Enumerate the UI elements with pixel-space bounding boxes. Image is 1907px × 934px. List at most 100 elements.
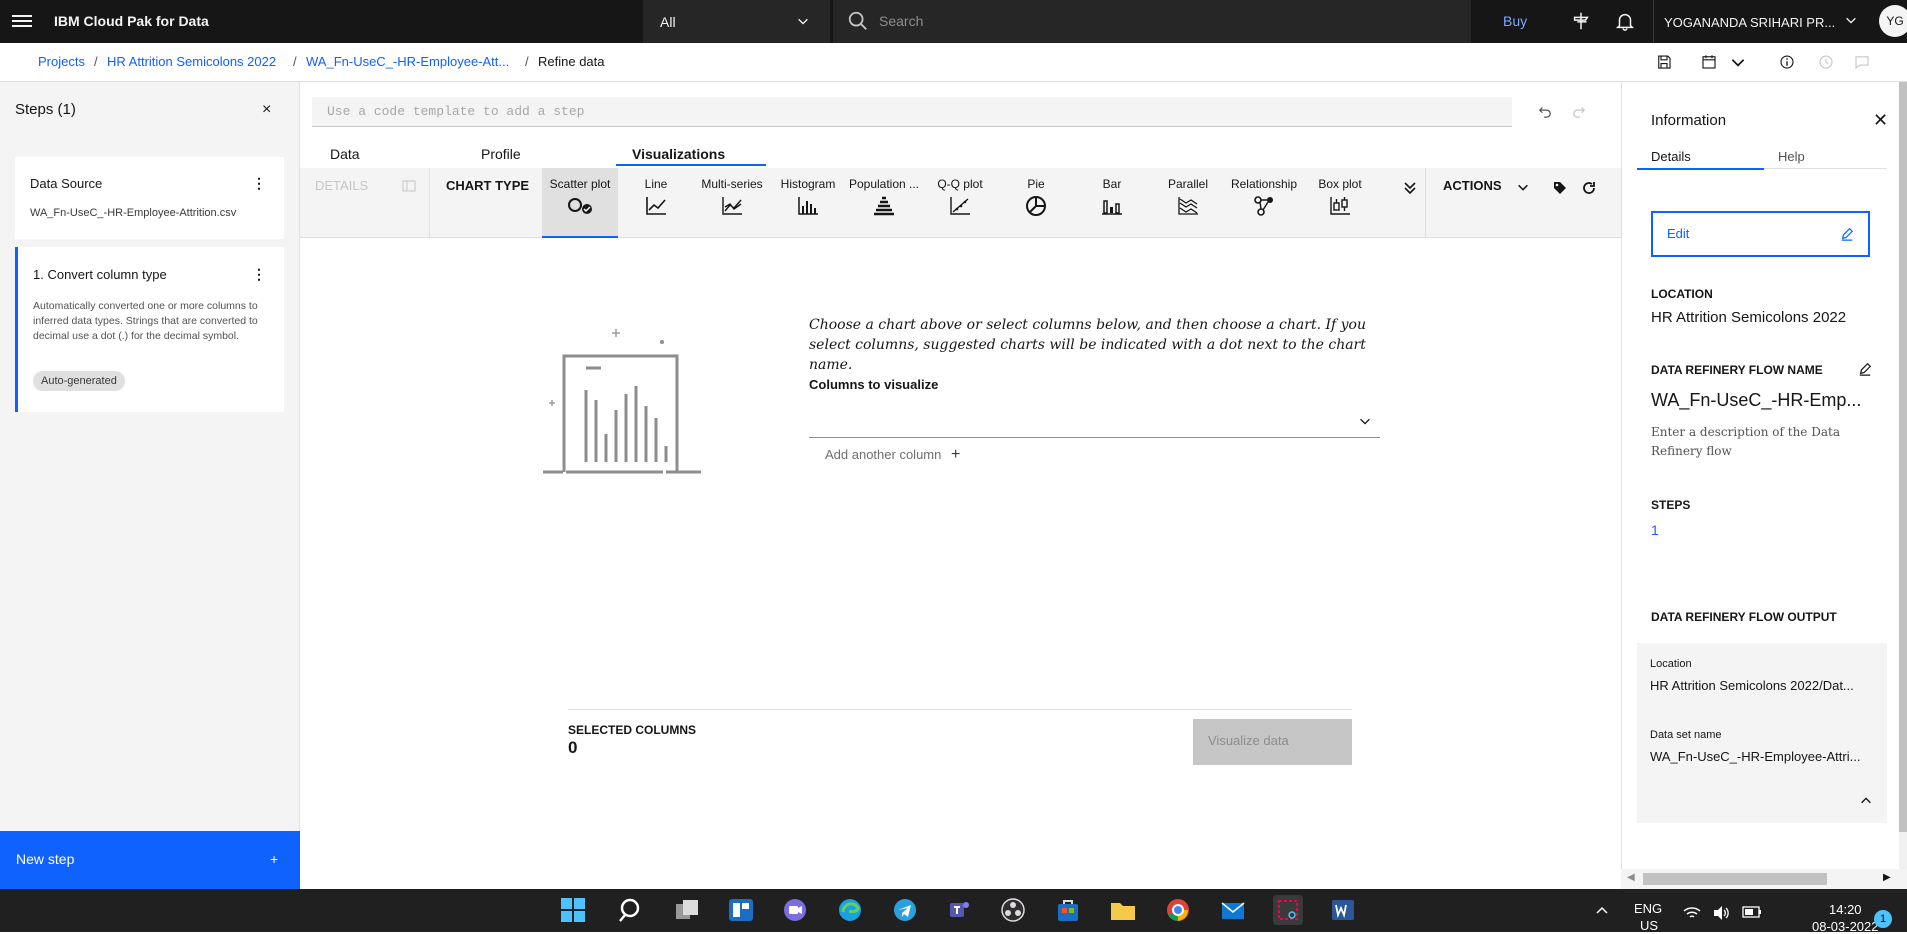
task-view-icon[interactable] xyxy=(672,895,702,925)
line-chart-icon xyxy=(646,197,666,215)
brand-name[interactable]: IBM Cloud Pak for Data xyxy=(54,13,209,29)
chevron-down-icon[interactable] xyxy=(1729,53,1747,71)
info-title: Information xyxy=(1651,112,1727,129)
telegram-icon[interactable] xyxy=(890,895,920,925)
code-template-input[interactable]: Use a code template to add a step xyxy=(312,97,1512,127)
save-icon[interactable] xyxy=(1655,53,1673,71)
chart-histogram[interactable]: Histogram xyxy=(770,168,846,238)
expand-more-charts-icon[interactable] xyxy=(1403,180,1417,196)
step-card[interactable]: 1. Convert column type ⋮ Automatically c… xyxy=(15,247,284,412)
column-select-dropdown[interactable] xyxy=(809,404,1380,438)
close-steps-button[interactable]: × xyxy=(262,101,271,119)
details-label: DETAILS xyxy=(315,178,369,193)
mail-icon[interactable] xyxy=(1218,895,1248,925)
snipping-tool-icon[interactable] xyxy=(1273,895,1303,925)
search-icon[interactable] xyxy=(616,895,646,925)
chevron-up-icon[interactable] xyxy=(1859,794,1873,808)
windows-taskbar: ENG US 14:20 08-03-2022 1 xyxy=(0,889,1907,934)
history-icon[interactable] xyxy=(1817,53,1835,71)
chat-icon[interactable] xyxy=(780,895,810,925)
kebab-menu-icon[interactable]: ⋮ xyxy=(252,175,266,192)
chart-qq-plot[interactable]: Q-Q plot xyxy=(922,168,998,238)
chevron-down-icon xyxy=(1360,418,1370,425)
notification-bell-icon[interactable] xyxy=(1614,10,1636,32)
schedule-job-icon[interactable] xyxy=(1700,53,1718,71)
chevron-up-icon[interactable] xyxy=(1595,905,1609,915)
clock-time[interactable]: 14:20 xyxy=(1829,902,1862,917)
add-icon: + xyxy=(270,851,279,867)
wifi-icon[interactable] xyxy=(1683,906,1701,920)
switcher-icon[interactable] xyxy=(1570,10,1592,32)
hamburger-menu-icon[interactable] xyxy=(12,12,32,30)
chart-relationship[interactable]: Relationship xyxy=(1226,168,1302,238)
data-source-card[interactable]: Data Source ⋮ WA_Fn-UseC_-HR-Employee-At… xyxy=(15,157,284,239)
word-icon[interactable] xyxy=(1328,895,1358,925)
flow-output-label: DATA REFINERY FLOW OUTPUT xyxy=(1651,610,1837,624)
chart-parallel[interactable]: Parallel xyxy=(1150,168,1226,238)
kebab-menu-icon[interactable]: ⋮ xyxy=(252,266,266,283)
breadcrumb-projects[interactable]: Projects xyxy=(38,54,85,69)
avatar[interactable]: YG xyxy=(1879,5,1907,37)
undo-icon[interactable] xyxy=(1538,104,1552,118)
tab-data[interactable]: Data xyxy=(330,146,360,162)
steps-value[interactable]: 1 xyxy=(1651,522,1659,538)
scroll-right-icon[interactable]: ▶ xyxy=(1883,872,1891,883)
buy-link[interactable]: Buy xyxy=(1503,13,1527,29)
scrollbar-thumb[interactable] xyxy=(1643,873,1827,885)
notification-count-badge[interactable]: 1 xyxy=(1874,910,1892,928)
chart-pie[interactable]: Pie xyxy=(998,168,1074,238)
pie-chart-icon xyxy=(1026,196,1046,216)
tab-profile[interactable]: Profile xyxy=(481,146,521,162)
edit-button[interactable]: Edit xyxy=(1651,211,1870,257)
info-icon[interactable] xyxy=(1778,53,1796,71)
chrome-icon[interactable] xyxy=(1163,895,1193,925)
store-icon[interactable] xyxy=(1053,895,1083,925)
relationship-icon xyxy=(1254,196,1273,216)
chevron-down-icon[interactable] xyxy=(1516,180,1530,194)
refresh-icon[interactable] xyxy=(1581,180,1597,196)
breadcrumb-flow[interactable]: WA_Fn-UseC_-HR-Employee-Att... xyxy=(306,54,509,69)
tag-icon[interactable] xyxy=(1552,180,1568,196)
details-toggle[interactable]: DETAILS xyxy=(315,168,430,238)
obs-icon[interactable] xyxy=(998,895,1028,925)
battery-icon[interactable] xyxy=(1742,906,1762,918)
edit-pencil-icon[interactable] xyxy=(1858,362,1872,376)
windows-start-icon[interactable] xyxy=(558,895,588,925)
output-location-value: HR Attrition Semicolons 2022/Dat... xyxy=(1650,678,1854,693)
add-another-column-link[interactable]: Add another column + xyxy=(825,446,960,464)
tab-visualizations[interactable]: Visualizations xyxy=(632,146,725,162)
chart-scatter-plot[interactable]: Scatter plot xyxy=(542,168,618,238)
vertical-scrollbar[interactable] xyxy=(1899,82,1907,869)
teams-icon[interactable] xyxy=(944,895,974,925)
tab-details[interactable]: Details xyxy=(1651,149,1691,164)
redo-icon[interactable] xyxy=(1572,104,1586,118)
user-menu[interactable]: YOGANANDA SRIHARI PR... xyxy=(1653,0,1874,43)
search-input[interactable]: Search xyxy=(833,0,1471,43)
horizontal-scrollbar[interactable]: ◀ ▶ xyxy=(1621,869,1907,889)
widgets-icon[interactable] xyxy=(726,895,756,925)
new-step-button[interactable]: New step + xyxy=(0,831,300,889)
chart-population-pyramid[interactable]: Population ... xyxy=(846,168,922,238)
close-icon[interactable]: ✕ xyxy=(1873,110,1888,131)
scroll-left-icon[interactable]: ◀ xyxy=(1627,872,1635,883)
scrollbar-thumb[interactable] xyxy=(1899,82,1907,832)
chart-line[interactable]: Line xyxy=(618,168,694,238)
search-scope-dropdown[interactable]: All xyxy=(643,0,830,43)
breadcrumb-project[interactable]: HR Attrition Semicolons 2022 xyxy=(107,54,276,69)
chart-bar[interactable]: Bar xyxy=(1074,168,1150,238)
chart-multi-series[interactable]: Multi-series xyxy=(694,168,770,238)
file-explorer-icon[interactable] xyxy=(1108,895,1138,925)
chart-box-plot[interactable]: Box plot xyxy=(1302,168,1378,238)
language-indicator[interactable]: ENG xyxy=(1634,901,1662,916)
actions-dropdown[interactable]: ACTIONS xyxy=(1443,178,1502,193)
volume-icon[interactable] xyxy=(1712,905,1730,921)
actions-group: ACTIONS xyxy=(1425,168,1621,238)
tab-help[interactable]: Help xyxy=(1778,149,1805,164)
empty-chart-illustration xyxy=(543,329,701,474)
comment-icon[interactable] xyxy=(1853,53,1871,71)
visualize-data-button[interactable]: Visualize data xyxy=(1193,719,1352,765)
flow-description[interactable]: Enter a description of the Data Refinery… xyxy=(1651,423,1876,461)
data-source-file: WA_Fn-UseC_-HR-Employee-Attrition.csv xyxy=(30,207,237,219)
edge-browser-icon[interactable] xyxy=(835,895,865,925)
divider xyxy=(568,709,1352,710)
